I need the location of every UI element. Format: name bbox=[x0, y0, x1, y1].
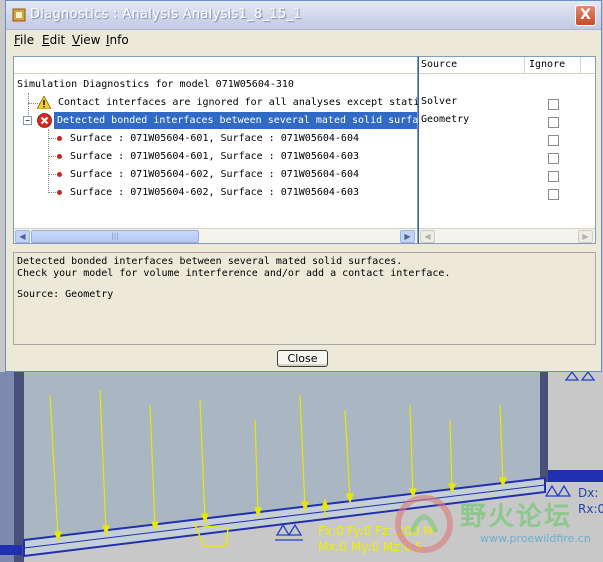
tree-root[interactable]: Simulation Diagnostics for model 071W056… bbox=[17, 76, 294, 93]
collapse-toggle[interactable]: − bbox=[23, 116, 32, 125]
ignore-checkbox[interactable] bbox=[548, 117, 559, 128]
ignore-checkbox[interactable] bbox=[548, 135, 559, 146]
watermark-logo-icon bbox=[395, 495, 453, 553]
watermark-text: 野火论坛 bbox=[460, 502, 573, 532]
tree-item-surface-pair[interactable]: Surface : 071W05604-601, Surface : 071W0… bbox=[70, 148, 359, 165]
title-bar[interactable]: Diagnostics : Analysis Analysis1_8_15_1 … bbox=[6, 1, 601, 30]
watermark: 野火论坛 www.proewildfire.cn bbox=[392, 492, 603, 562]
error-icon bbox=[37, 113, 52, 128]
close-window-button[interactable]: X bbox=[575, 5, 596, 26]
column-header-source[interactable]: Source bbox=[421, 57, 525, 73]
menu-file[interactable]: File bbox=[14, 33, 34, 47]
diagnostic-details: Detected bonded interfaces between sever… bbox=[13, 252, 596, 345]
ignore-checkbox[interactable] bbox=[548, 153, 559, 164]
menu-info[interactable]: Info bbox=[106, 33, 129, 47]
scroll-thumb[interactable]: ||| bbox=[31, 230, 199, 243]
table-horizontal-scrollbar[interactable]: ◀ ▶ bbox=[419, 228, 595, 243]
scroll-right-button[interactable]: ▶ bbox=[400, 230, 415, 243]
tree-item-surface-pair[interactable]: Surface : 071W05604-602, Surface : 071W0… bbox=[70, 166, 359, 183]
window-title: Diagnostics : Analysis Analysis1_8_15_1 bbox=[30, 7, 302, 22]
header-divider bbox=[419, 73, 595, 74]
app-icon bbox=[12, 8, 26, 22]
detail-source: Source: Geometry bbox=[17, 289, 114, 300]
ignore-checkbox[interactable] bbox=[548, 99, 559, 110]
tree-item-surface-pair[interactable]: Surface : 071W05604-602, Surface : 071W0… bbox=[70, 184, 359, 201]
menu-view[interactable]: View bbox=[72, 33, 100, 47]
warning-icon bbox=[37, 96, 51, 109]
tree-horizontal-scrollbar[interactable]: ◀ ||| ▶ bbox=[14, 228, 417, 243]
menu-edit[interactable]: Edit bbox=[42, 33, 65, 47]
tree-header bbox=[14, 57, 417, 74]
scroll-right-button[interactable]: ▶ bbox=[578, 230, 593, 243]
diagnostics-tree[interactable]: Simulation Diagnostics for model 071W056… bbox=[13, 56, 424, 244]
ignore-checkbox[interactable] bbox=[548, 171, 559, 182]
tree-item-surface-pair[interactable]: Surface : 071W05604-601, Surface : 071W0… bbox=[70, 130, 359, 147]
scroll-left-button[interactable]: ◀ bbox=[420, 230, 435, 243]
source-ignore-table: Source Ignore Solver Geometry ◀ ▶ bbox=[418, 56, 596, 244]
tree-item-warning[interactable]: Contact interfaces are ignored for all a… bbox=[58, 94, 419, 111]
close-button[interactable]: Close bbox=[277, 350, 328, 367]
diagnostics-dialog: Diagnostics : Analysis Analysis1_8_15_1 … bbox=[5, 0, 602, 372]
ignore-checkbox[interactable] bbox=[548, 189, 559, 200]
watermark-url: www.proewildfire.cn bbox=[480, 532, 591, 545]
bullet-icon bbox=[57, 172, 62, 177]
menu-bar: File Edit View Info bbox=[6, 30, 601, 51]
detail-advice: Check your model for volume interference… bbox=[17, 268, 451, 279]
bullet-icon bbox=[57, 154, 62, 159]
column-header-ignore[interactable]: Ignore bbox=[529, 57, 581, 73]
bullet-icon bbox=[57, 136, 62, 141]
bullet-icon bbox=[57, 190, 62, 195]
scroll-grip-icon: ||| bbox=[111, 232, 119, 240]
scroll-left-button[interactable]: ◀ bbox=[15, 230, 30, 243]
source-cell: Solver bbox=[421, 96, 458, 107]
detail-message: Detected bonded interfaces between sever… bbox=[17, 256, 403, 267]
source-cell: Geometry bbox=[421, 114, 470, 125]
tree-item-error[interactable]: Detected bonded interfaces between sever… bbox=[54, 112, 424, 129]
